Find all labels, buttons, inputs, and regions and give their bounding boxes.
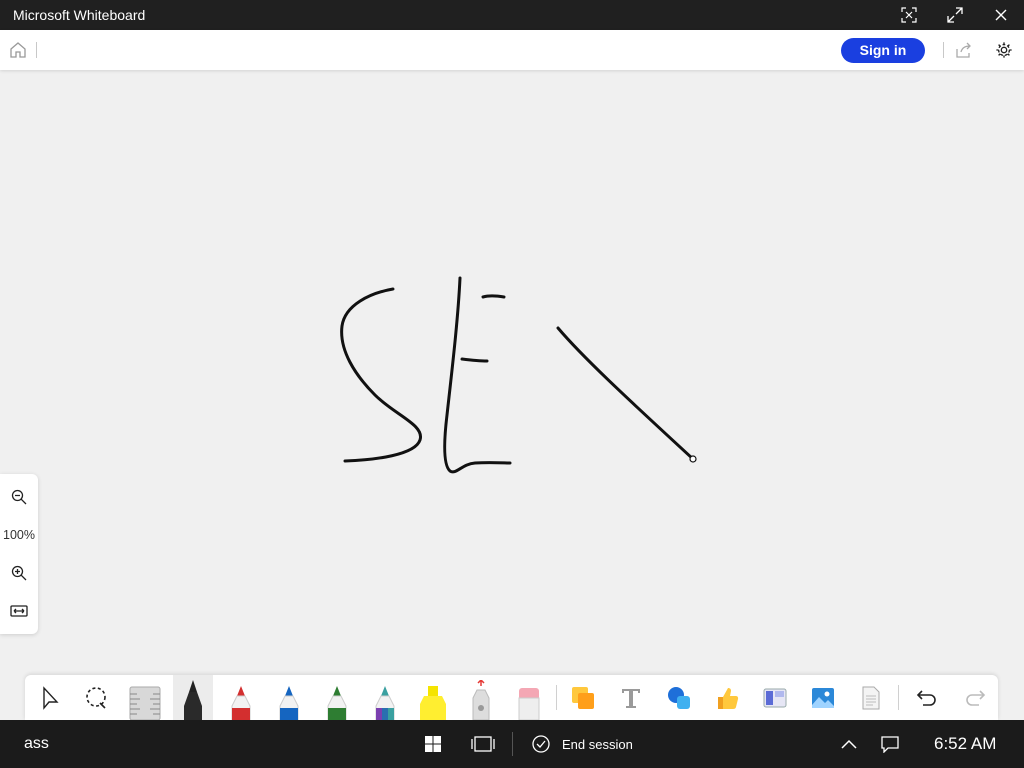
ink-stroke bbox=[556, 326, 695, 461]
green-pen-icon bbox=[327, 686, 347, 720]
title-bar: Microsoft Whiteboard bbox=[0, 0, 1024, 30]
zoom-out-icon bbox=[11, 489, 27, 505]
zoom-in-icon bbox=[11, 565, 27, 581]
text-tool[interactable] bbox=[611, 675, 651, 720]
black-pen-tool[interactable] bbox=[173, 675, 213, 720]
windows-logo-icon bbox=[425, 736, 441, 752]
reactions-tool[interactable] bbox=[707, 675, 747, 720]
chevron-up-icon bbox=[841, 739, 857, 749]
highlighter-icon bbox=[420, 686, 446, 720]
zoom-in-button[interactable] bbox=[0, 558, 38, 588]
document-tool[interactable] bbox=[851, 675, 891, 720]
home-icon bbox=[10, 42, 26, 58]
pointer-icon bbox=[43, 685, 59, 710]
shapes-tool[interactable] bbox=[659, 675, 699, 720]
close-icon bbox=[995, 9, 1007, 21]
image-icon bbox=[812, 687, 834, 708]
message-icon bbox=[881, 736, 899, 753]
laser-pointer-icon bbox=[472, 680, 490, 720]
fit-screen-icon bbox=[10, 605, 28, 617]
user-name: ass bbox=[24, 735, 49, 752]
notifications-button[interactable] bbox=[880, 720, 900, 768]
home-button[interactable] bbox=[0, 30, 36, 70]
task-view-icon bbox=[471, 736, 495, 752]
highlighter-tool[interactable] bbox=[413, 675, 453, 720]
settings-button[interactable] bbox=[984, 30, 1024, 70]
ink-stroke bbox=[340, 287, 422, 463]
check-circle-icon bbox=[532, 735, 550, 753]
screen-capture-button[interactable] bbox=[886, 0, 932, 30]
ink-stroke bbox=[481, 294, 506, 299]
end-session-label: End session bbox=[562, 736, 633, 752]
redo-button[interactable] bbox=[955, 675, 995, 720]
templates-tool[interactable] bbox=[755, 675, 795, 720]
start-button[interactable] bbox=[424, 720, 442, 768]
task-view-button[interactable] bbox=[470, 720, 496, 768]
fullscreen-button[interactable] bbox=[932, 0, 978, 30]
cursor-dot bbox=[689, 455, 697, 463]
image-tool[interactable] bbox=[803, 675, 843, 720]
rainbow-pen-tool[interactable] bbox=[365, 675, 405, 720]
text-icon bbox=[622, 688, 640, 708]
sticky-note-tool[interactable] bbox=[563, 675, 603, 720]
app-bar: Sign in bbox=[0, 30, 1024, 70]
ink-strokes bbox=[340, 276, 697, 474]
red-pen-tool[interactable] bbox=[221, 675, 261, 720]
eraser-tool[interactable] bbox=[509, 675, 549, 720]
whiteboard-canvas[interactable] bbox=[0, 70, 1024, 720]
sign-in-button[interactable]: Sign in bbox=[841, 37, 925, 63]
ink-stroke bbox=[443, 276, 512, 474]
divider bbox=[36, 42, 37, 58]
red-pen-icon bbox=[231, 686, 251, 720]
blue-pen-tool[interactable] bbox=[269, 675, 309, 720]
blue-pen-icon bbox=[279, 686, 299, 720]
share-button[interactable] bbox=[944, 30, 984, 70]
show-hidden-icons-button[interactable] bbox=[840, 720, 858, 768]
laser-pointer-tool[interactable] bbox=[461, 675, 501, 720]
undo-icon bbox=[916, 689, 936, 706]
black-pen-icon bbox=[184, 680, 202, 720]
document-icon bbox=[862, 686, 880, 709]
taskbar: ass End session 6:52 AM bbox=[0, 720, 1024, 768]
capture-icon bbox=[901, 7, 917, 23]
clock[interactable]: 6:52 AM bbox=[934, 720, 996, 768]
toolbar-divider bbox=[556, 685, 557, 710]
redo-icon bbox=[966, 689, 986, 706]
select-tool[interactable] bbox=[31, 675, 71, 720]
green-pen-tool[interactable] bbox=[317, 675, 357, 720]
ruler-icon bbox=[129, 686, 161, 720]
ruler-tool[interactable] bbox=[125, 675, 165, 720]
lasso-tool[interactable] bbox=[77, 675, 117, 720]
gear-icon bbox=[996, 42, 1012, 58]
eraser-icon bbox=[518, 688, 540, 720]
zoom-level: 100% bbox=[3, 528, 35, 542]
taskbar-divider bbox=[512, 732, 513, 756]
zoom-out-button[interactable] bbox=[0, 482, 38, 512]
template-icon bbox=[763, 688, 787, 707]
window-title: Microsoft Whiteboard bbox=[13, 7, 146, 23]
shapes-icon bbox=[668, 686, 690, 709]
share-icon bbox=[956, 42, 971, 58]
sticky-note-icon bbox=[572, 686, 594, 709]
undo-button[interactable] bbox=[907, 675, 947, 720]
fit-to-screen-button[interactable] bbox=[0, 596, 38, 626]
tools-toolbar bbox=[25, 675, 998, 720]
ink-stroke bbox=[460, 357, 489, 363]
zoom-panel: 100% bbox=[0, 474, 38, 634]
thumbs-up-icon bbox=[718, 687, 739, 709]
lasso-icon bbox=[86, 686, 106, 709]
expand-icon bbox=[947, 7, 963, 23]
close-button[interactable] bbox=[978, 0, 1024, 30]
toolbar-divider bbox=[898, 685, 899, 710]
end-session-button[interactable]: End session bbox=[531, 720, 633, 768]
rainbow-pen-icon bbox=[375, 686, 395, 720]
